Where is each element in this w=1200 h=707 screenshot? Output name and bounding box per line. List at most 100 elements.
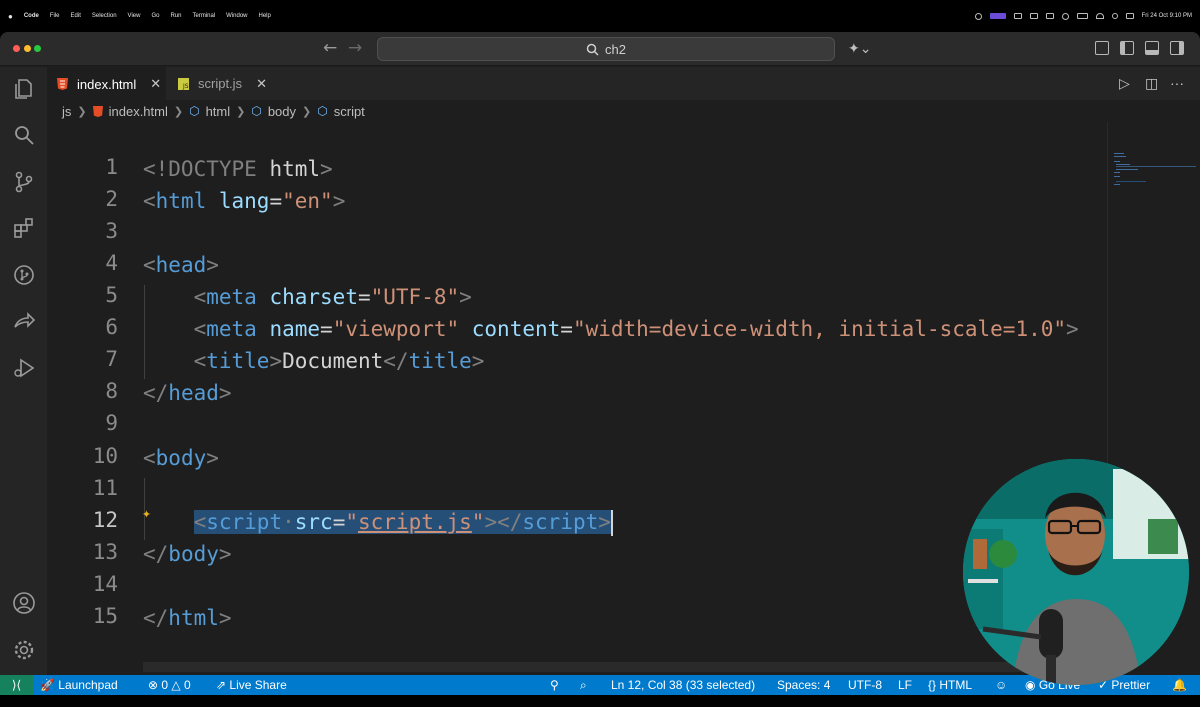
line-number: 14: [92, 572, 118, 596]
presenter-video: [963, 459, 1189, 685]
minimap-line: [1116, 164, 1130, 165]
screen-border: [0, 695, 1200, 707]
code-line-1: <!DOCTYPE html>: [143, 157, 333, 181]
minimap-line: [1114, 176, 1120, 177]
battery-icon[interactable]: [1076, 13, 1088, 19]
notifications-bell-icon[interactable]: 🔔: [1172, 678, 1187, 692]
indentation-setting[interactable]: Spaces: 4: [777, 678, 830, 692]
breadcrumb-body[interactable]: body: [268, 104, 296, 119]
live-share-icon[interactable]: [11, 308, 36, 333]
split-editor-icon[interactable]: ◫: [1145, 75, 1158, 92]
minimize-window-button[interactable]: [24, 45, 31, 52]
tab-index-html[interactable]: index.html ✕: [47, 67, 166, 100]
line-number: 4: [105, 251, 118, 275]
tray-icon[interactable]: [974, 12, 982, 20]
minimap-line: [1116, 166, 1196, 167]
menu-file[interactable]: File: [50, 13, 60, 19]
menu-edit[interactable]: Edit: [71, 13, 81, 19]
tray-icon[interactable]: [1045, 13, 1054, 19]
maximize-window-button[interactable]: [34, 45, 41, 52]
line-number-current: 12: [92, 508, 118, 532]
line-number: 11: [92, 476, 118, 500]
breadcrumb-script[interactable]: script: [334, 104, 365, 119]
customize-layout-icon[interactable]: [1095, 41, 1109, 55]
html5-file-icon: [57, 78, 68, 90]
encoding-setting[interactable]: UTF-8: [848, 678, 882, 692]
symbol-element-icon: ⬡: [251, 104, 262, 118]
menu-help[interactable]: Help: [259, 13, 271, 19]
wifi-icon[interactable]: [1095, 13, 1104, 19]
tray-icon[interactable]: [1061, 12, 1069, 20]
source-control-icon[interactable]: [11, 169, 36, 194]
tab-label: script.js: [198, 76, 243, 91]
copilot-status-icon[interactable]: ☺: [995, 678, 1007, 692]
back-arrow-icon[interactable]: ←: [323, 38, 337, 58]
menu-window[interactable]: Window: [226, 13, 247, 19]
webcam-overlay: [963, 459, 1189, 685]
svg-text:JS: JS: [182, 83, 189, 90]
text-cursor: [610, 510, 613, 536]
command-center-search[interactable]: ch2: [377, 37, 835, 61]
extensions-icon[interactable]: [11, 215, 36, 240]
breadcrumb-html[interactable]: html: [206, 104, 231, 119]
line-number: 7: [105, 347, 118, 371]
chevron-right-icon: ❯: [77, 105, 87, 118]
manage-gear-icon[interactable]: [11, 637, 36, 662]
control-center-icon[interactable]: [1125, 13, 1134, 19]
toggle-panel-icon[interactable]: [1145, 41, 1159, 55]
close-tab-icon[interactable]: ✕: [150, 76, 161, 92]
code-line-13: </body>: [143, 542, 232, 566]
symbol-element-icon: ⬡: [189, 104, 200, 118]
forward-arrow-icon[interactable]: →: [348, 38, 362, 58]
code-editor[interactable]: 1 2 3 4 5 6 7 8 9 10 11 12 13 14 15 <!DO…: [47, 122, 1107, 675]
explorer-icon[interactable]: [11, 76, 36, 101]
symbol-element-icon: ⬡: [317, 104, 328, 118]
line-number: 9: [105, 411, 118, 435]
menu-selection[interactable]: Selection: [92, 13, 117, 19]
tray-icon[interactable]: [1013, 13, 1022, 19]
close-window-button[interactable]: [13, 45, 20, 52]
menu-code[interactable]: Code: [24, 13, 39, 19]
menu-go[interactable]: Go: [151, 13, 159, 19]
search-icon[interactable]: [1111, 13, 1118, 19]
code-line-8: </head>: [143, 381, 232, 405]
launchpad-button[interactable]: 🚀 Launchpad: [40, 678, 118, 692]
close-tab-icon[interactable]: ✕: [256, 76, 267, 92]
tab-script-js[interactable]: JS script.js ✕: [168, 67, 281, 100]
breadcrumb-folder[interactable]: js: [62, 104, 71, 119]
menu-view[interactable]: View: [128, 13, 141, 19]
copilot-icon[interactable]: ✦⌄: [848, 40, 871, 57]
cursor-position[interactable]: Ln 12, Col 38 (33 selected): [611, 678, 755, 692]
apple-icon[interactable]: ●: [8, 12, 13, 21]
minimap-line: [1114, 156, 1126, 157]
minimap-line: [1116, 169, 1138, 170]
code-line-12: <script·src="script.js"></script>: [143, 507, 613, 537]
eol-setting[interactable]: LF: [898, 678, 912, 692]
horizontal-scrollbar[interactable]: [143, 662, 1100, 672]
language-mode[interactable]: {} HTML: [928, 678, 972, 692]
menubar-datetime[interactable]: Fri 24 Oct 9:10 PM: [1142, 13, 1192, 19]
editor-tab-bar: index.html ✕ JS script.js ✕ ▷ ◫ ···: [47, 67, 1200, 100]
live-share-button[interactable]: ⇗ Live Share: [216, 678, 287, 692]
run-debug-icon[interactable]: [11, 355, 36, 380]
search-icon[interactable]: [11, 122, 36, 147]
zoom-icon[interactable]: ⌕: [580, 678, 587, 693]
git-pin-icon[interactable]: ⚲: [550, 678, 559, 692]
line-number: 10: [92, 444, 118, 468]
code-line-7: <title>Document</title>: [193, 349, 485, 373]
menu-run[interactable]: Run: [170, 13, 181, 19]
toggle-primary-sidebar-icon[interactable]: [1120, 41, 1134, 55]
toggle-secondary-sidebar-icon[interactable]: [1170, 41, 1184, 55]
tray-icon[interactable]: [1029, 13, 1038, 19]
problems-button[interactable]: ⊗ 0 △ 0: [148, 678, 191, 692]
breadcrumb-file[interactable]: index.html: [109, 104, 168, 119]
screen-record-icon[interactable]: [989, 13, 1006, 19]
code-line-15: </html>: [143, 606, 232, 630]
accounts-icon[interactable]: [11, 590, 36, 615]
code-selection: <script·src="script.js"></script>: [193, 510, 611, 534]
github-icon[interactable]: [11, 262, 36, 287]
menu-terminal[interactable]: Terminal: [192, 13, 215, 19]
more-actions-icon[interactable]: ···: [1170, 75, 1184, 91]
run-file-icon[interactable]: ▷: [1119, 75, 1130, 92]
remote-indicator-button[interactable]: ⟩⟨: [0, 675, 33, 695]
